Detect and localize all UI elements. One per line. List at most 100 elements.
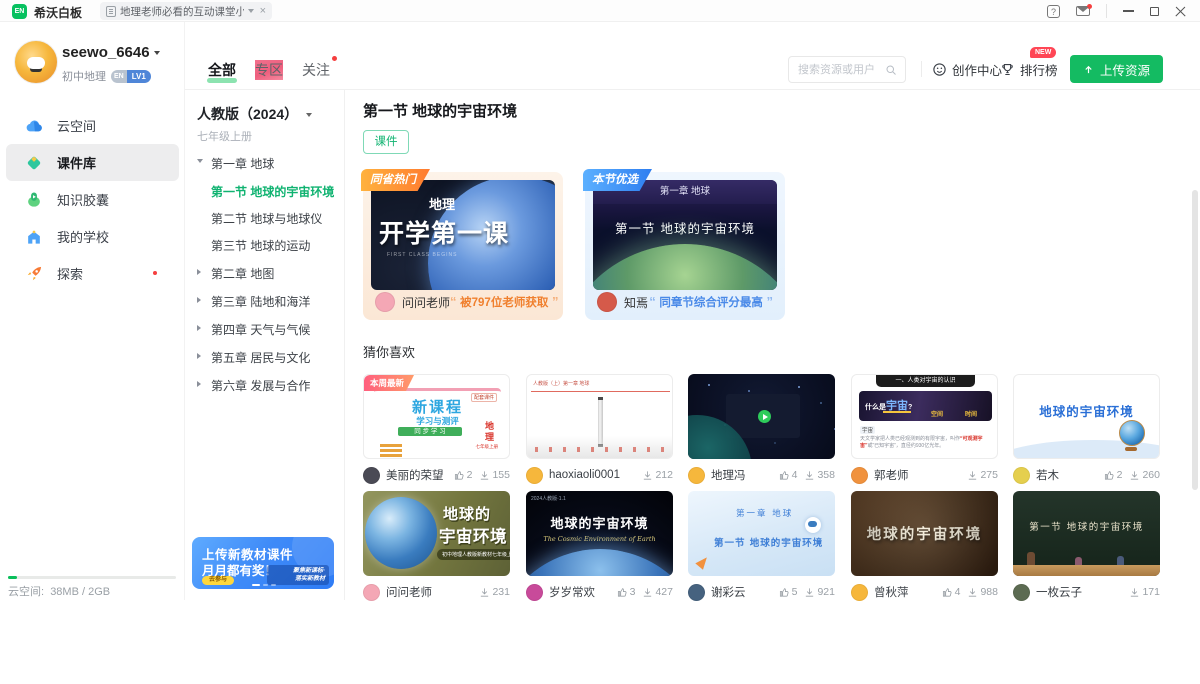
featured-thumbnail[interactable]: 地理 开学第一课 FIRST CLASS BEGINS xyxy=(371,180,555,290)
tab-zone[interactable]: 专区 xyxy=(255,60,283,80)
download-icon[interactable] xyxy=(479,587,490,598)
chevron-down-icon[interactable] xyxy=(248,9,254,13)
caret-right-icon[interactable] xyxy=(197,381,201,387)
author-name[interactable]: 曾秋萍 xyxy=(874,584,942,600)
sidebar-item-knowledge-capsule[interactable]: 知识胶囊 xyxy=(6,181,179,218)
download-icon[interactable] xyxy=(642,470,653,481)
user-avatar[interactable] xyxy=(14,40,58,84)
like-icon[interactable] xyxy=(779,470,790,481)
mail-icon[interactable] xyxy=(1076,6,1090,16)
resource-thumbnail[interactable]: 第一章 地球 第一节 地球的宇宙环境 xyxy=(688,491,835,576)
tree-section-1-1[interactable]: 第一节 地球的宇宙环境 xyxy=(185,180,345,200)
featured-card-hot[interactable]: 同省热门 地理 开学第一课 FIRST CLASS BEGINS 问问老师 被7… xyxy=(363,172,563,320)
featured-card-best[interactable]: 本节优选 第一章 地球 第一节 地球的宇宙环境 知焉 同章节综合评分最高 xyxy=(585,172,785,320)
download-icon[interactable] xyxy=(1129,470,1140,481)
download-icon[interactable] xyxy=(804,470,815,481)
sidebar-item-cloud-space[interactable]: 云空间 xyxy=(6,107,179,144)
resource-card[interactable]: 人教版（上）第一章 地球 haoxiaoli0001 212 xyxy=(526,374,673,484)
tab-all[interactable]: 全部 xyxy=(208,60,236,80)
resource-card[interactable]: 第一章 地球 第一节 地球的宇宙环境 谢彩云 5 921 xyxy=(688,491,835,601)
resource-thumbnail[interactable]: 第一节 地球的宇宙环境 xyxy=(1013,491,1160,576)
caret-right-icon[interactable] xyxy=(197,325,201,331)
upload-resource-button[interactable]: 上传资源 xyxy=(1070,55,1163,83)
tree-chapter-2[interactable]: 第二章 地图 xyxy=(185,262,345,282)
author-name[interactable]: 一枚云子 xyxy=(1036,584,1129,600)
author-name[interactable]: haoxiaoli0001 xyxy=(549,469,642,481)
play-icon[interactable] xyxy=(758,410,771,423)
author-name[interactable]: 问问老师 xyxy=(402,294,450,311)
tree-chapter-4[interactable]: 第四章 天气与气候 xyxy=(185,318,345,338)
author-name[interactable]: 美丽的荣望 xyxy=(386,467,454,483)
tree-chapter-5[interactable]: 第五章 居民与文化 xyxy=(185,346,345,366)
resource-card[interactable]: 2024人教版·1.1 地球的宇宙环境 The Cosmic Environme… xyxy=(526,491,673,601)
resource-thumbnail[interactable]: 地球的宇宙环境 xyxy=(851,491,998,576)
resource-thumbnail[interactable]: 地球的宇宙环境 xyxy=(1013,374,1160,459)
caret-right-icon[interactable] xyxy=(197,353,201,359)
featured-thumbnail[interactable]: 第一章 地球 第一节 地球的宇宙环境 xyxy=(593,180,777,290)
tree-section-1-2[interactable]: 第二节 地球与地球仪 xyxy=(185,207,345,227)
download-icon[interactable] xyxy=(804,587,815,598)
download-icon[interactable] xyxy=(642,587,653,598)
like-icon[interactable] xyxy=(1104,470,1115,481)
sidebar-item-courseware-library[interactable]: 课件库 xyxy=(6,144,179,181)
resource-thumbnail[interactable]: 地球的 宇宙环境 初中地理人教版新教材七年级上册 xyxy=(363,491,510,576)
ranking-button[interactable]: 排行榜 xyxy=(1000,60,1058,79)
author-name[interactable]: 地理冯 xyxy=(711,467,779,483)
author-name[interactable]: 问问老师 xyxy=(386,584,479,600)
like-icon[interactable] xyxy=(454,470,465,481)
document-tab[interactable]: 地理老师必看的互动课堂小... × xyxy=(100,2,272,20)
resource-card[interactable]: 一、人类对宇宙的认识 什么是宇宙? 空间 时间 宇宙 天文学家把人类已经观测到的… xyxy=(851,374,998,484)
author-name[interactable]: 知焉 xyxy=(624,294,649,311)
tab-close-icon[interactable]: × xyxy=(258,6,266,17)
help-icon[interactable]: ? xyxy=(1047,5,1060,18)
carousel-dots[interactable] xyxy=(252,584,276,586)
search-box[interactable] xyxy=(788,56,906,83)
banner-join-button[interactable]: 去参与 xyxy=(202,576,234,585)
sidebar-item-my-school[interactable]: 我的学校 xyxy=(6,218,179,255)
resource-card[interactable]: 地球的 宇宙环境 初中地理人教版新教材七年级上册 问问老师 231 xyxy=(363,491,510,601)
tree-chapter-1[interactable]: 第一章 地球 xyxy=(185,152,345,172)
download-icon[interactable] xyxy=(967,470,978,481)
resource-thumbnail[interactable] xyxy=(688,374,835,459)
resource-thumbnail[interactable]: 2024人教版·1.1 地球的宇宙环境 The Cosmic Environme… xyxy=(526,491,673,576)
search-icon xyxy=(885,64,897,76)
author-name[interactable]: 若木 xyxy=(1036,467,1104,483)
author-name[interactable]: 岁岁常欢 xyxy=(549,584,617,600)
tree-chapter-3[interactable]: 第三章 陆地和海洋 xyxy=(185,290,345,310)
search-input[interactable] xyxy=(798,58,884,81)
resource-card[interactable]: 地球的宇宙环境 若木 2 260 xyxy=(1013,374,1160,484)
download-icon[interactable] xyxy=(1129,587,1140,598)
close-button[interactable] xyxy=(1175,6,1186,17)
resource-thumbnail[interactable]: 本周最新 配套课件 新课程 学习与测评 同 步 学 习 地理 七年级上册 xyxy=(363,374,510,459)
download-icon[interactable] xyxy=(479,470,490,481)
like-icon[interactable] xyxy=(779,587,790,598)
like-icon[interactable] xyxy=(617,587,628,598)
caret-right-icon[interactable] xyxy=(197,297,201,303)
filter-tag-courseware[interactable]: 课件 xyxy=(363,130,409,154)
user-name[interactable]: seewo_6646 xyxy=(62,44,160,61)
like-icon[interactable] xyxy=(942,587,953,598)
scrollbar[interactable] xyxy=(1192,186,1198,684)
resource-card[interactable]: 本周最新 配套课件 新课程 学习与测评 同 步 学 习 地理 七年级上册 美丽的… xyxy=(363,374,510,484)
maximize-button[interactable] xyxy=(1150,7,1159,16)
sidebar-item-explore[interactable]: 探索 xyxy=(6,255,179,292)
caret-down-icon[interactable] xyxy=(197,159,203,163)
scrollbar-thumb[interactable] xyxy=(1192,190,1198,490)
author-name[interactable]: 郭老师 xyxy=(874,467,967,483)
minimize-button[interactable] xyxy=(1123,10,1134,12)
textbook-edition-selector[interactable]: 人教版（2024） xyxy=(197,104,312,124)
download-icon[interactable] xyxy=(967,587,978,598)
resource-thumbnail[interactable]: 一、人类对宇宙的认识 什么是宇宙? 空间 时间 宇宙 天文学家把人类已经观测到的… xyxy=(851,374,998,459)
author-name[interactable]: 谢彩云 xyxy=(711,584,779,600)
creator-center-button[interactable]: 创作中心 xyxy=(932,60,1002,79)
tab-following[interactable]: 关注 xyxy=(302,60,330,80)
earth-graphic xyxy=(365,497,437,569)
promo-banner[interactable]: 上传新教材课件 月月都有奖！ 去参与 聚焦新课标·落实新教材 xyxy=(192,537,334,589)
resource-card[interactable]: 第一节 地球的宇宙环境 一枚云子 171 xyxy=(1013,491,1160,601)
resource-card[interactable]: 地理冯 4 358 xyxy=(688,374,835,484)
tree-section-1-3[interactable]: 第三节 地球的运动 xyxy=(185,234,345,254)
caret-right-icon[interactable] xyxy=(197,269,201,275)
resource-card[interactable]: 地球的宇宙环境 曾秋萍 4 988 xyxy=(851,491,998,601)
resource-thumbnail[interactable]: 人教版（上）第一章 地球 xyxy=(526,374,673,459)
tree-chapter-6[interactable]: 第六章 发展与合作 xyxy=(185,374,345,394)
